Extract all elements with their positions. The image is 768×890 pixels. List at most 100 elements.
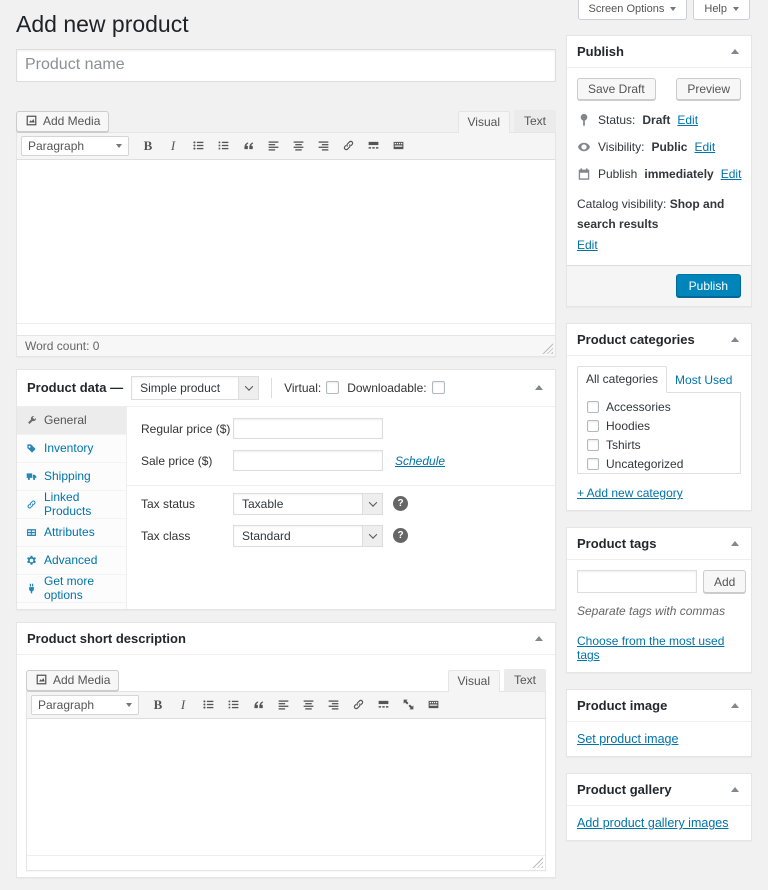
save-draft-button[interactable]: Save Draft (577, 78, 656, 100)
category-checkbox[interactable] (587, 458, 599, 471)
bullet-list-button[interactable] (196, 695, 220, 715)
screen-options-button[interactable]: Screen Options (577, 0, 688, 20)
sale-price-input[interactable] (233, 450, 383, 472)
tab-text[interactable]: Text (513, 109, 556, 132)
divider (271, 377, 273, 398)
product-tags-box: Product tags Add Separate tags with comm… (566, 527, 752, 674)
schedule-link[interactable]: Schedule (395, 454, 445, 468)
regular-price-input[interactable] (233, 418, 383, 440)
tab-general[interactable]: General (17, 406, 126, 435)
tab-text[interactable]: Text (503, 668, 546, 691)
collapse-toggle[interactable] (729, 335, 741, 344)
add-tag-button[interactable]: Add (703, 570, 747, 594)
edit-schedule-link[interactable]: Edit (721, 167, 742, 181)
numbered-list-button[interactable] (211, 136, 235, 156)
set-product-image-link[interactable]: Set product image (577, 732, 678, 746)
paragraph-format-select[interactable]: Paragraph (21, 135, 129, 156)
publish-time-value: immediately (644, 167, 714, 181)
wrench-icon (26, 415, 37, 426)
italic-button[interactable]: I (161, 136, 185, 156)
triangle-up-icon (535, 635, 543, 641)
insert-link-button[interactable] (346, 695, 370, 715)
downloadable-checkbox[interactable] (431, 381, 445, 395)
preview-button[interactable]: Preview (676, 78, 741, 100)
category-item-accessories[interactable]: Accessories (587, 400, 731, 414)
collapse-toggle[interactable] (533, 383, 545, 392)
help-tip-icon[interactable]: ? (393, 496, 408, 512)
collapse-toggle[interactable] (729, 539, 741, 548)
tab-all-categories[interactable]: All categories (577, 366, 668, 394)
edit-visibility-link[interactable]: Edit (694, 140, 715, 154)
tab-advanced[interactable]: Advanced (17, 547, 126, 575)
tab-visual[interactable]: Visual (457, 110, 510, 133)
align-center-button[interactable] (296, 695, 320, 715)
chevron-down-icon (362, 525, 382, 546)
tab-visual[interactable]: Visual (447, 669, 500, 692)
italic-button[interactable]: I (171, 695, 195, 715)
edit-status-link[interactable]: Edit (677, 113, 698, 127)
align-right-button[interactable] (321, 695, 345, 715)
tab-inventory[interactable]: Inventory (17, 435, 126, 463)
edit-catalog-link[interactable]: Edit (577, 238, 598, 252)
category-checkbox[interactable] (587, 401, 599, 414)
blockquote-button[interactable] (246, 695, 270, 715)
blockquote-button[interactable] (236, 136, 260, 156)
add-gallery-images-link[interactable]: Add product gallery images (577, 816, 728, 830)
category-item-tshirts[interactable]: Tshirts (587, 438, 731, 452)
align-left-button[interactable] (261, 136, 285, 156)
product-type-select[interactable]: Simple product (131, 375, 260, 400)
bold-button[interactable]: B (136, 136, 160, 156)
collapse-toggle[interactable] (729, 785, 741, 794)
tax-status-select[interactable]: Taxable (233, 492, 383, 515)
toolbar-toggle-button[interactable] (386, 136, 410, 156)
tax-class-select[interactable]: Standard (233, 524, 383, 547)
category-item-uncategorized[interactable]: Uncategorized (587, 457, 731, 471)
product-image-box: Product image Set product image (566, 689, 752, 758)
product-name-input[interactable] (16, 48, 556, 82)
category-checkbox[interactable] (587, 439, 599, 452)
collapse-toggle[interactable] (729, 701, 741, 710)
tab-shipping[interactable]: Shipping (17, 463, 126, 491)
toolbar-toggle-button[interactable] (421, 695, 445, 715)
resize-grip[interactable] (542, 342, 553, 354)
insert-more-tag-button[interactable] (371, 695, 395, 715)
collapse-toggle[interactable] (533, 634, 545, 643)
align-right-button[interactable] (311, 136, 335, 156)
bold-glyph: B (143, 137, 153, 153)
category-item-hoodies[interactable]: Hoodies (587, 419, 731, 433)
visibility-value: Public (651, 140, 688, 154)
insert-more-tag-button[interactable] (361, 136, 385, 156)
paragraph-format-select[interactable]: Paragraph (31, 694, 139, 715)
bold-button[interactable]: B (146, 695, 170, 715)
short-description-content-area[interactable] (27, 718, 545, 855)
media-icon (25, 114, 38, 127)
help-tip-icon[interactable]: ? (393, 528, 408, 544)
resize-grip[interactable] (532, 856, 543, 868)
description-content-area[interactable] (17, 159, 555, 323)
bullet-list-button[interactable] (186, 136, 210, 156)
align-left-button[interactable] (271, 695, 295, 715)
insert-link-button[interactable] (336, 136, 360, 156)
add-media-button[interactable]: Add Media (16, 110, 110, 132)
editor-resize-strip[interactable] (17, 322, 555, 335)
status-label: Status: (598, 113, 636, 127)
tab-linked-products[interactable]: Linked Products (17, 490, 126, 519)
link-icon (352, 698, 365, 711)
editor-resize-strip[interactable] (27, 854, 545, 870)
category-checkbox[interactable] (587, 420, 599, 433)
align-center-button[interactable] (286, 136, 310, 156)
new-tag-input[interactable] (577, 570, 697, 594)
add-media-button[interactable]: Add Media (26, 669, 120, 691)
regular-price-label: Regular price ($) (141, 421, 231, 436)
fullscreen-button[interactable] (396, 695, 420, 715)
numbered-list-button[interactable] (221, 695, 245, 715)
add-new-category-link[interactable]: + Add new category (577, 486, 683, 500)
choose-most-used-tags-link[interactable]: Choose from the most used tags (577, 634, 741, 662)
help-button[interactable]: Help (693, 0, 750, 20)
tab-attributes[interactable]: Attributes (17, 519, 126, 547)
tab-most-used[interactable]: Most Used (667, 368, 740, 393)
publish-button[interactable]: Publish (675, 274, 741, 299)
collapse-toggle[interactable] (729, 47, 741, 56)
virtual-checkbox[interactable] (326, 381, 340, 395)
tab-get-more-options[interactable]: Get more options (17, 574, 126, 603)
